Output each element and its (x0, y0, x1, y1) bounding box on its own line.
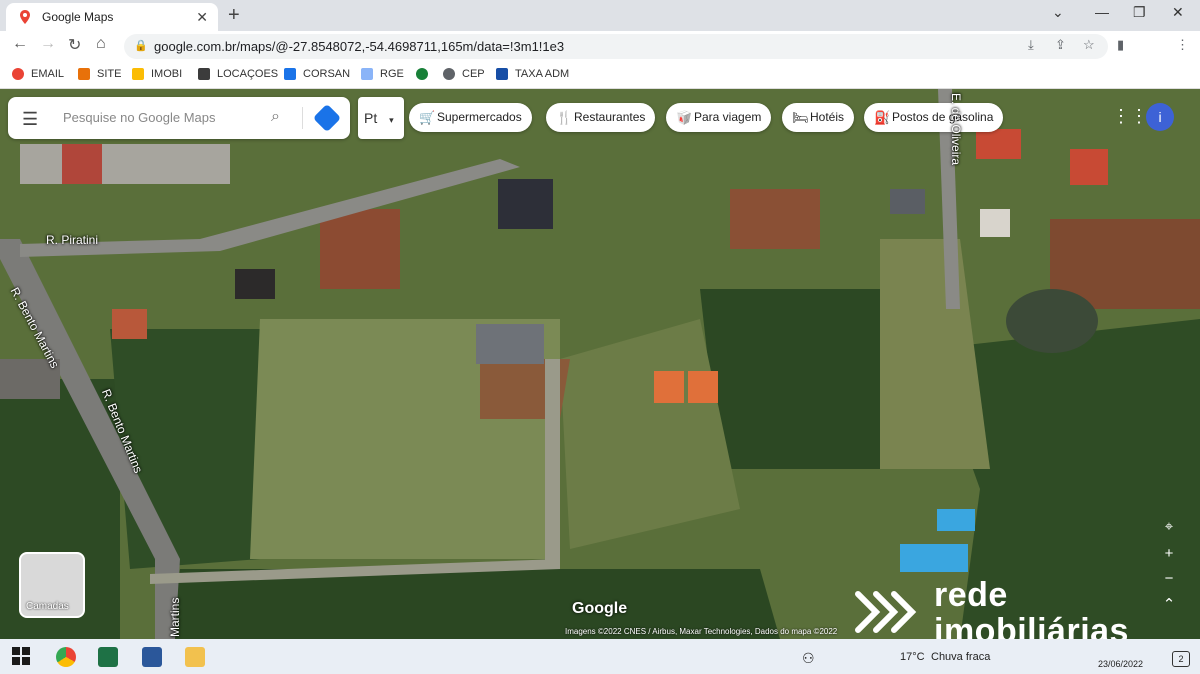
street-label-oliveira: E. de Oliveira (949, 93, 963, 166)
bookmark-cep[interactable]: CEP (443, 68, 485, 80)
rge-icon (361, 68, 373, 80)
weather-temperature[interactable]: 17°C (900, 651, 925, 663)
reload-icon[interactable]: ↻ (68, 35, 81, 55)
gas-pump-icon: ⛽ (874, 110, 891, 125)
bed-icon: 🛏 (792, 110, 809, 125)
more-menu-icon[interactable]: ⋮ (1176, 37, 1189, 53)
site-icon (78, 68, 90, 80)
bookmark-corsan[interactable]: CORSAN (284, 68, 350, 80)
bookmark-imobi[interactable]: IMOBI (132, 68, 182, 80)
restore-button[interactable]: ❐ (1133, 4, 1146, 21)
green-circle-icon (416, 68, 428, 80)
url-text: google.com.br/maps/@-27.8548072,-54.4698… (154, 39, 565, 54)
fork-knife-icon: 🍴 (556, 110, 573, 125)
side-panel-icon[interactable]: ▮ (1117, 37, 1124, 53)
google-maps-pin-icon (18, 10, 32, 24)
browser-tab[interactable]: Google Maps ✕ (6, 3, 218, 31)
tab-title: Google Maps (42, 10, 114, 24)
address-bar[interactable]: 🔒 google.com.br/maps/@-27.8548072,-54.46… (124, 34, 1108, 59)
imobi-icon (132, 68, 144, 80)
map-attribution: Imagens ©2022 CNES / Airbus, Maxar Techn… (565, 627, 838, 636)
globe-icon (443, 68, 455, 80)
taxa-adm-icon (496, 68, 508, 80)
search-input[interactable]: Pesquise no Google Maps (63, 110, 215, 125)
new-tab-button[interactable]: + (228, 4, 240, 27)
bookmark-star-icon[interactable]: ☆ (1083, 37, 1095, 53)
account-avatar[interactable]: i (1146, 103, 1174, 131)
takeout-icon: 🥡 (676, 110, 693, 125)
language-selector[interactable]: Pt ▾ (358, 97, 404, 139)
cart-icon: 🛒 (419, 110, 436, 125)
locacoes-icon (198, 68, 210, 80)
satellite-imagery (0, 89, 1200, 639)
maps-search-box: ☰ Pesquise no Google Maps ⌕ (8, 97, 350, 139)
zoom-in-button[interactable]: + (1158, 543, 1180, 565)
close-window-button[interactable]: ✕ (1172, 4, 1184, 21)
notification-badge[interactable]: 2 (1172, 651, 1190, 667)
install-icon[interactable]: ⤓ (1028, 37, 1034, 53)
search-icon[interactable]: ⌕ (271, 108, 280, 126)
email-icon (12, 68, 24, 80)
excel-icon[interactable] (98, 647, 118, 667)
lock-icon: 🔒 (134, 40, 148, 52)
weather-condition[interactable]: Chuva fraca (931, 651, 990, 663)
chrome-icon[interactable] (56, 647, 76, 667)
taskbar-date[interactable]: 23/06/2022 (1098, 659, 1143, 669)
directions-icon[interactable] (312, 103, 342, 133)
dropdown-caret-icon: ▾ (389, 115, 394, 125)
windows-taskbar: ⚇ 17°C Chuva fraca 23/06/2022 2 (0, 639, 1200, 674)
chip-postos-de-gasolina[interactable]: ⛽ Postos de gasolina (864, 103, 1004, 132)
street-label-piratini: R. Piratini (46, 233, 99, 247)
bookmark-green[interactable] (416, 68, 435, 80)
back-icon[interactable]: ← (12, 35, 28, 53)
forward-icon[interactable]: → (40, 35, 56, 53)
bookmark-taxa-adm[interactable]: TAXA ADM (496, 68, 569, 80)
bookmark-locacoes[interactable]: LOCAÇOES (198, 68, 278, 80)
share-icon[interactable]: ⇪ (1055, 37, 1066, 53)
tab-bar: Google Maps ✕ + ⌄ — ❐ ✕ (0, 0, 1200, 31)
bookmarks-bar: EMAIL SITE IMOBI LOCAÇOES CORSAN RGE CEP… (0, 61, 1200, 89)
google-logo: Google (572, 600, 628, 617)
bookmark-rge[interactable]: RGE (361, 68, 404, 80)
street-label-martins: Martins (168, 597, 182, 637)
tab-search-icon[interactable]: ⌄ (1052, 4, 1064, 21)
divider (302, 107, 303, 129)
windows-start-icon[interactable] (12, 647, 32, 667)
layers-button[interactable]: Camadas (19, 552, 85, 618)
satellite-map[interactable]: ☰ Pesquise no Google Maps ⌕ Pt ▾ 🛒 Superm… (0, 89, 1200, 639)
home-icon[interactable]: ⌂ (96, 35, 106, 53)
chip-restaurantes[interactable]: 🍴 Restaurantes (546, 103, 656, 132)
file-explorer-icon[interactable] (185, 647, 205, 667)
hamburger-menu-icon[interactable]: ☰ (22, 109, 38, 130)
location-icon[interactable]: ⌖ (1158, 516, 1180, 538)
layers-label: Camadas (26, 601, 69, 612)
browser-toolbar: ← → ↻ ⌂ 🔒 google.com.br/maps/@-27.854807… (0, 31, 1200, 87)
people-icon[interactable]: ⚇ (802, 650, 815, 667)
word-icon[interactable] (142, 647, 162, 667)
close-tab-icon[interactable]: ✕ (196, 9, 208, 26)
minimize-button[interactable]: — (1095, 4, 1109, 20)
chip-hoteis[interactable]: 🛏 Hotéis (782, 103, 855, 132)
bookmark-email[interactable]: EMAIL (12, 68, 64, 80)
corsan-icon (284, 68, 296, 80)
chip-supermercados[interactable]: 🛒 Supermercados (409, 103, 532, 132)
bookmark-site[interactable]: SITE (78, 68, 121, 80)
brand-name-line1: rede (934, 576, 1008, 614)
chip-para-viagem[interactable]: 🥡 Para viagem (666, 103, 772, 132)
